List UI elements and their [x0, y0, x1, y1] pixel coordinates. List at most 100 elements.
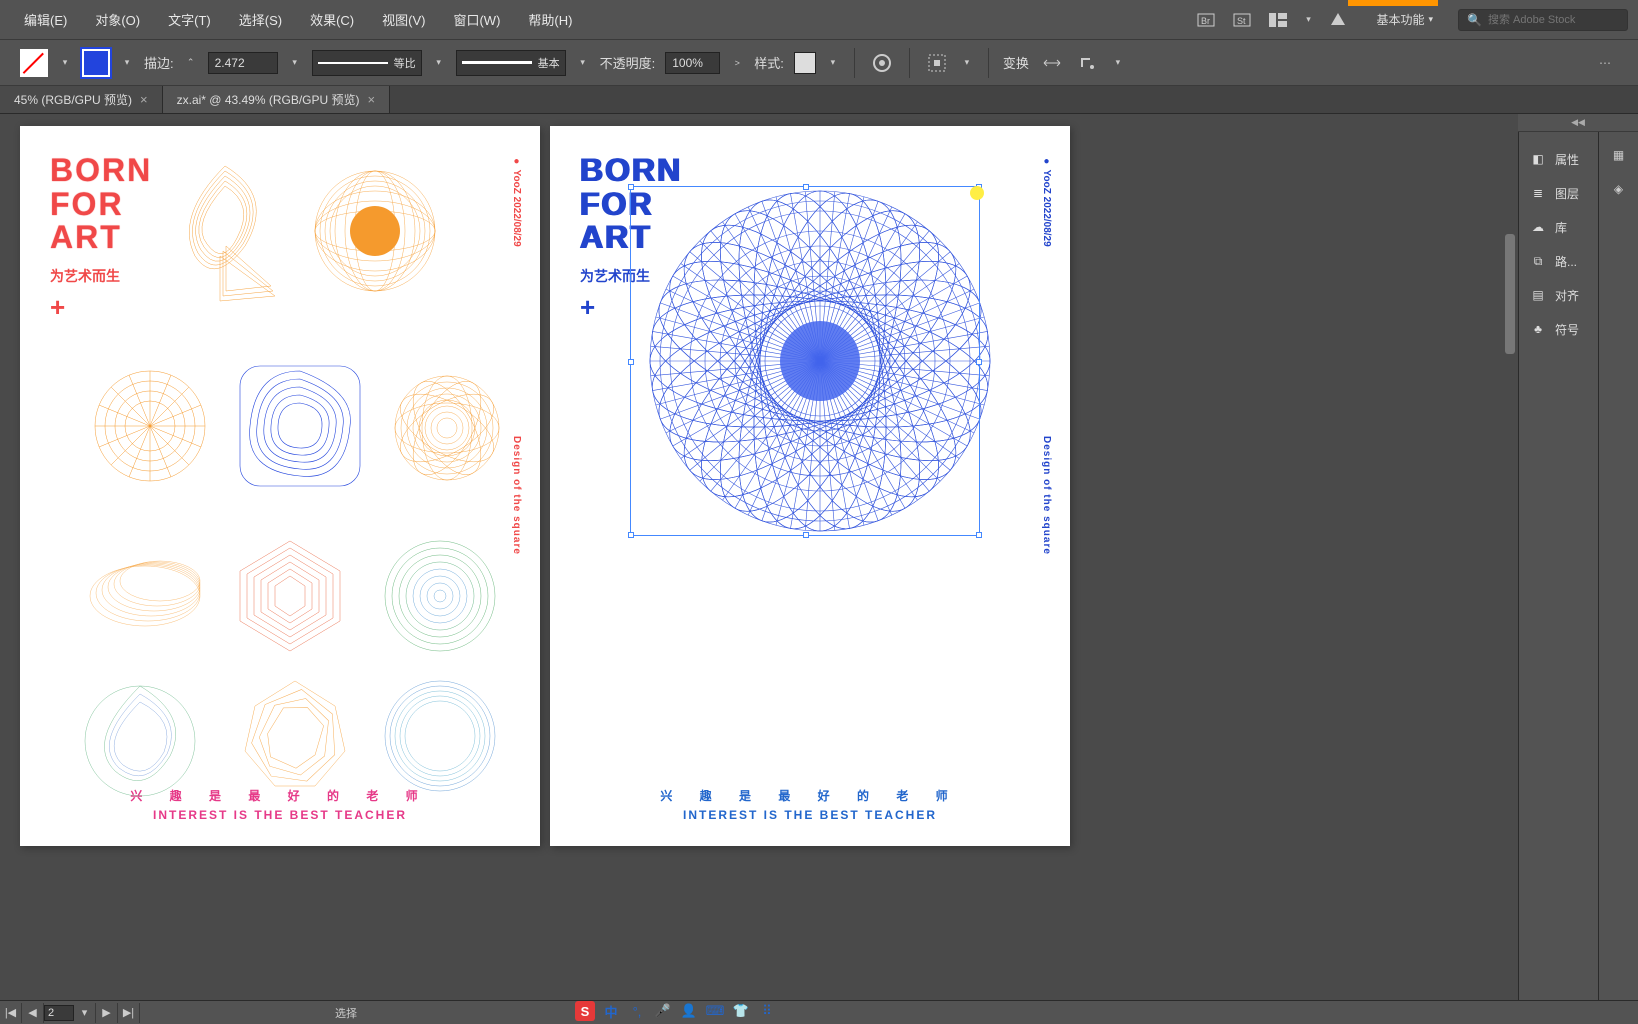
ime-grid-icon[interactable]: ⠿ [757, 1001, 777, 1021]
cloud-icon: ☁ [1529, 218, 1547, 236]
fill-dropdown[interactable]: ▾ [58, 52, 72, 74]
opacity-input[interactable] [665, 52, 720, 74]
ime-punct-icon[interactable]: °, [627, 1001, 647, 1021]
panel-layers[interactable]: ≣图层 [1519, 176, 1598, 210]
menu-edit[interactable]: 编辑(E) [10, 4, 81, 35]
align-icon[interactable] [924, 50, 950, 76]
plus-icon: + [50, 292, 65, 323]
panel-pathfinder[interactable]: ⧉路... [1519, 244, 1598, 278]
spiro-shape[interactable] [380, 676, 500, 796]
search-stock[interactable]: 🔍 [1458, 9, 1628, 31]
artboard-2[interactable]: BORNFORART 为艺术而生 + ● YooZ 2022/08/29 Des… [550, 126, 1070, 846]
close-icon[interactable]: × [140, 92, 148, 107]
tab-doc-1[interactable]: 45% (RGB/GPU 预览) × [0, 86, 163, 113]
arrange-dropdown[interactable]: ▾ [1301, 9, 1315, 31]
plus-icon: + [580, 292, 595, 323]
canvas[interactable]: BORNFORART 为艺术而生 + ● YooZ 2022/08/29 Des… [0, 114, 1518, 1000]
spiro-shape[interactable] [220, 526, 360, 666]
spiro-shape[interactable] [235, 361, 365, 491]
style-dropdown[interactable]: ▾ [826, 52, 840, 74]
artboard-number-input[interactable] [44, 1005, 74, 1021]
tab-label: 45% (RGB/GPU 预览) [14, 91, 132, 108]
gpu-icon[interactable] [1325, 7, 1351, 33]
pathfinder-icon: ⧉ [1529, 252, 1547, 270]
stock-icon[interactable]: St [1229, 7, 1255, 33]
spiro-shape[interactable] [380, 536, 500, 656]
transform-width-icon[interactable] [1039, 50, 1065, 76]
spiro-shape[interactable] [230, 671, 360, 801]
status-bar: |◀ ◀ ▾ ▶ ▶| 选择 [0, 1000, 1638, 1024]
first-artboard-button[interactable]: |◀ [0, 1003, 22, 1023]
ime-voice-icon[interactable]: 🎤 [653, 1001, 673, 1021]
menu-text[interactable]: 文字(T) [154, 4, 225, 35]
stroke-swatch[interactable] [82, 49, 110, 77]
align-dropdown[interactable]: ▾ [960, 52, 974, 74]
profile-dropdown[interactable]: ▾ [432, 52, 446, 74]
current-tool-label: 选择 [320, 1005, 372, 1021]
layers-icon: ≣ [1529, 184, 1547, 202]
ime-logo-icon[interactable]: S [575, 1001, 595, 1021]
artboard-1[interactable]: BORNFORART 为艺术而生 + ● YooZ 2022/08/29 Des… [20, 126, 540, 846]
arrange-icon[interactable] [1265, 7, 1291, 33]
spiro-shape[interactable] [165, 156, 285, 306]
spiro-shape[interactable] [75, 676, 205, 806]
brush-def[interactable]: 基本 [456, 50, 566, 76]
stroke-color-dropdown[interactable]: ▾ [120, 52, 134, 74]
poster-subtitle: 为艺术而生 [50, 266, 120, 286]
brush-dropdown[interactable]: ▾ [576, 52, 590, 74]
next-artboard-button[interactable]: ▶ [96, 1003, 118, 1023]
vertical-scrollbar[interactable] [1502, 114, 1518, 1000]
search-input[interactable] [1488, 14, 1619, 26]
menu-help[interactable]: 帮助(H) [514, 4, 586, 35]
stroke-weight-dropdown[interactable]: ▾ [288, 52, 302, 74]
side-text-2: Design of the square [1041, 436, 1052, 555]
menu-window[interactable]: 窗口(W) [439, 4, 514, 35]
collapse-panels-icon[interactable]: ◀◀ [1518, 114, 1638, 132]
strip-icon-2[interactable]: ◈ [1606, 176, 1632, 202]
style-swatch[interactable] [794, 52, 816, 74]
recolor-icon[interactable] [869, 50, 895, 76]
stroke-link-icon[interactable]: ⌃ [184, 52, 198, 74]
ime-person-icon[interactable]: 👤 [679, 1001, 699, 1021]
stroke-profile[interactable]: 等比 [312, 50, 422, 76]
artboard-dropdown[interactable]: ▾ [74, 1003, 96, 1023]
strip-icon-1[interactable]: ▦ [1606, 142, 1632, 168]
prev-artboard-button[interactable]: ◀ [22, 1003, 44, 1023]
panel-libraries[interactable]: ☁库 [1519, 210, 1598, 244]
side-text-2: Design of the square [511, 436, 522, 555]
stroke-weight-input[interactable] [208, 52, 278, 74]
menu-view[interactable]: 视图(V) [368, 4, 439, 35]
style-label: 样式: [754, 53, 784, 72]
transform-corner-icon[interactable] [1075, 50, 1101, 76]
panel-properties[interactable]: ◧属性 [1519, 142, 1598, 176]
ime-keyboard-icon[interactable]: ⌨ [705, 1001, 725, 1021]
svg-text:St: St [1237, 16, 1246, 26]
more-options-icon[interactable]: ⋯ [1592, 50, 1618, 76]
menu-select[interactable]: 选择(S) [225, 4, 296, 35]
bridge-icon[interactable]: Br [1193, 7, 1219, 33]
ime-toolbar[interactable]: S 中 °, 🎤 👤 ⌨ 👕 ⠿ [575, 1000, 777, 1022]
opacity-dropdown[interactable]: > [730, 52, 744, 74]
options-bar: ▾ ▾ 描边: ⌃ ▾ 等比 ▾ 基本 ▾ 不透明度: > 样式: ▾ ▾ 变换… [0, 40, 1638, 86]
ime-lang-icon[interactable]: 中 [601, 1001, 621, 1021]
fill-swatch[interactable] [20, 49, 48, 77]
close-icon[interactable]: × [368, 92, 376, 107]
transform-dropdown[interactable]: ▾ [1111, 52, 1125, 74]
panel-symbols[interactable]: ♣符号 [1519, 312, 1598, 346]
spiro-shape[interactable] [390, 371, 505, 486]
last-artboard-button[interactable]: ▶| [118, 1003, 140, 1023]
menu-bar: 编辑(E) 对象(O) 文字(T) 选择(S) 效果(C) 视图(V) 窗口(W… [0, 0, 1638, 40]
tab-doc-2[interactable]: zx.ai* @ 43.49% (RGB/GPU 预览) × [163, 86, 391, 113]
side-text-1: ● YooZ 2022/08/29 [1041, 156, 1052, 247]
workspace-switcher[interactable]: 基本功能 ▾ [1376, 11, 1433, 28]
panel-align[interactable]: ▤对齐 [1519, 278, 1598, 312]
spiro-shape[interactable] [310, 166, 440, 296]
ime-cloth-icon[interactable]: 👕 [731, 1001, 751, 1021]
menu-object[interactable]: 对象(O) [81, 4, 154, 35]
selected-spiro[interactable] [640, 181, 1000, 541]
spiro-shape[interactable] [90, 366, 210, 486]
poster-footer: 兴 趣 是 最 好 的 老 师 INTEREST IS THE BEST TEA… [550, 787, 1070, 822]
spiro-shape[interactable] [80, 531, 210, 661]
workspace-label: 基本功能 [1376, 11, 1424, 28]
menu-effect[interactable]: 效果(C) [296, 4, 368, 35]
